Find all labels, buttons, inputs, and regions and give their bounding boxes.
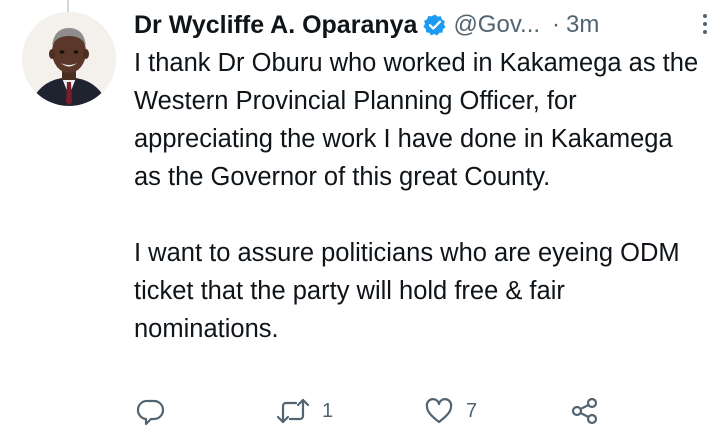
separator-dot: · [552,11,561,38]
retweet-icon [276,398,310,424]
like-count: 7 [466,399,478,422]
retweet-button[interactable]: 1 [276,396,333,426]
verified-badge-icon [423,13,447,37]
tweet-paragraph-2: I want to assure politicians who are eye… [134,239,680,343]
reply-button[interactable] [136,396,166,426]
reply-icon [136,399,165,426]
author-handle[interactable]: @Gov... [453,11,540,39]
tweet-actions: 1 7 [134,396,614,426]
share-button[interactable] [570,396,600,426]
like-icon [425,398,453,424]
more-options-icon[interactable] [702,14,708,36]
thread-connector-line [67,0,69,12]
avatar-photo [22,12,116,106]
avatar[interactable] [22,12,116,106]
tweet-header: Dr Wycliffe A. Oparanya @Gov... · 3m [134,8,702,42]
tweet-paragraph-1: I thank Dr Oburu who worked in Kakamega … [134,49,699,191]
share-icon [571,397,598,425]
author-name[interactable]: Dr Wycliffe A. Oparanya [134,11,417,40]
like-button[interactable]: 7 [424,396,477,426]
timestamp[interactable]: 3m [566,11,599,39]
retweet-count: 1 [322,399,334,422]
tweet-text: I thank Dr Oburu who worked in Kakamega … [134,44,704,348]
